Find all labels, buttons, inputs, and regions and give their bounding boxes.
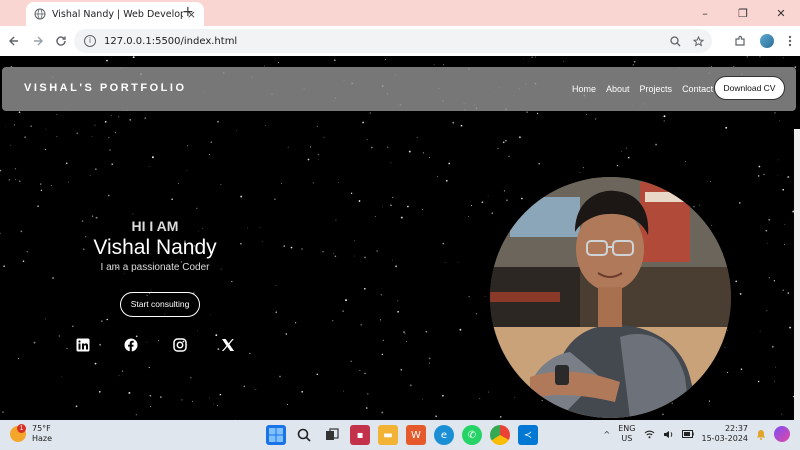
download-cv-button[interactable]: Download CV xyxy=(714,76,785,100)
hero-name: Vishal Nandy xyxy=(93,236,217,259)
hero-greeting: HI I AM xyxy=(131,218,179,234)
nav-link-home[interactable]: Home xyxy=(572,84,596,94)
language-code: ENG xyxy=(618,424,636,433)
globe-icon xyxy=(34,8,46,20)
start-windows-icon[interactable] xyxy=(266,425,286,445)
browser-toolbar: i 127.0.0.1:5500/index.html xyxy=(0,26,800,56)
vscode-icon[interactable]: ≺ xyxy=(518,425,538,445)
search-icon[interactable] xyxy=(294,425,314,445)
minimize-button[interactable]: – xyxy=(686,7,724,20)
site-info-icon[interactable]: i xyxy=(84,35,96,47)
portrait-illustration xyxy=(490,177,731,418)
weather-widget[interactable]: 1 75°F Haze xyxy=(10,424,52,444)
clock-date: 15-03-2024 xyxy=(701,434,749,443)
x-icon[interactable] xyxy=(221,338,235,352)
back-icon[interactable] xyxy=(8,35,20,47)
system-tray: ^ ENG US 22:37 15-03-2024 xyxy=(604,424,790,444)
battery-icon[interactable] xyxy=(681,430,694,438)
clock-time: 22:37 xyxy=(724,424,748,433)
zoom-icon[interactable] xyxy=(670,35,681,47)
bookmark-star-icon[interactable] xyxy=(693,35,704,47)
menu-kebab-icon[interactable] xyxy=(788,35,792,47)
linkedin-icon[interactable] xyxy=(76,338,90,352)
task-view-icon[interactable] xyxy=(322,425,342,445)
tab-title: Vishal Nandy | Web Developer xyxy=(52,8,183,20)
region-code: US xyxy=(621,434,633,443)
wifi-icon[interactable] xyxy=(644,430,655,439)
instagram-icon[interactable] xyxy=(173,338,187,352)
tab-strip: Vishal Nandy | Web Developer × + – ❐ ✕ xyxy=(0,0,800,26)
new-tab-button[interactable]: + xyxy=(182,4,194,20)
maximize-button[interactable]: ❐ xyxy=(724,7,762,20)
weather-condition: Haze xyxy=(32,434,53,443)
taskbar-apps: ▪ ▬ W e ✆ ≺ xyxy=(266,425,538,445)
system-clock[interactable]: 22:37 15-03-2024 xyxy=(702,424,749,444)
window-controls: – ❐ ✕ xyxy=(686,0,800,26)
nav-link-contact[interactable]: Contact xyxy=(682,84,713,94)
hero-tagline: I am a passionate Coder xyxy=(100,262,210,273)
nav-link-projects[interactable]: Projects xyxy=(640,84,673,94)
file-explorer-icon[interactable]: ▬ xyxy=(378,425,398,445)
language-indicator[interactable]: ENG US xyxy=(618,424,635,444)
teams-app-icon[interactable]: ▪ xyxy=(350,425,370,445)
start-consulting-button[interactable]: Start consulting xyxy=(120,292,200,317)
windows-taskbar: 1 75°F Haze ▪ ▬ W e ✆ ≺ ^ ENG US 22:37 1… xyxy=(0,420,800,450)
close-window-button[interactable]: ✕ xyxy=(762,7,800,20)
site-brand[interactable]: VISHAL'S PORTFOLIO xyxy=(24,82,187,94)
hero-text: HI I AM Vishal Nandy I am a passionate C… xyxy=(60,218,250,273)
volume-icon[interactable] xyxy=(663,430,674,439)
tray-chevron-icon[interactable]: ^ xyxy=(604,430,611,439)
edge-browser-icon[interactable]: e xyxy=(434,425,454,445)
weather-temperature: 75°F xyxy=(32,424,51,433)
profile-avatar[interactable] xyxy=(760,34,774,48)
url-text[interactable]: 127.0.0.1:5500/index.html xyxy=(104,36,237,47)
copilot-icon[interactable] xyxy=(774,426,790,442)
site-navbar: VISHAL'S PORTFOLIO Home About Projects C… xyxy=(2,67,796,111)
forward-icon[interactable] xyxy=(32,35,44,47)
notification-bell-icon[interactable] xyxy=(756,429,766,440)
reload-icon[interactable] xyxy=(55,35,67,47)
extensions-icon[interactable] xyxy=(734,35,746,47)
web-page: VISHAL'S PORTFOLIO Home About Projects C… xyxy=(0,56,800,420)
wps-app-icon[interactable]: W xyxy=(406,425,426,445)
weather-sun-icon: 1 xyxy=(10,424,26,442)
browser-tab[interactable]: Vishal Nandy | Web Developer × xyxy=(26,2,204,26)
profile-photo xyxy=(490,177,731,418)
weather-badge: 1 xyxy=(17,424,26,433)
address-bar[interactable]: i 127.0.0.1:5500/index.html xyxy=(74,29,712,53)
nav-link-about[interactable]: About xyxy=(606,84,630,94)
chrome-browser-icon[interactable] xyxy=(490,425,510,445)
page-scrollbar[interactable] xyxy=(794,129,800,420)
site-nav-links: Home About Projects Contact xyxy=(572,84,713,94)
facebook-icon[interactable] xyxy=(124,338,138,352)
whatsapp-icon[interactable]: ✆ xyxy=(462,425,482,445)
